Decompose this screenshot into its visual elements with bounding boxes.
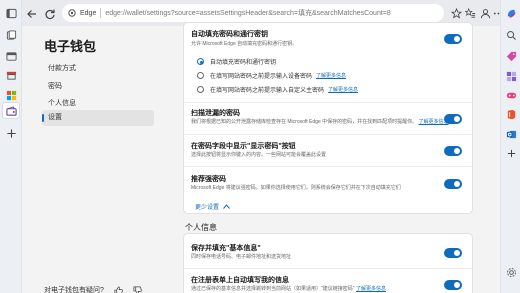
- sidebar-settings-icon[interactable]: [505, 266, 517, 278]
- favorites-icon[interactable]: [464, 7, 476, 19]
- new-tab-icon[interactable]: [5, 127, 17, 139]
- store-icon[interactable]: [5, 69, 17, 81]
- divider: [184, 134, 472, 135]
- copilot-icon[interactable]: [505, 7, 517, 19]
- tab-actions-icon[interactable]: [5, 7, 17, 19]
- radio-device-password[interactable]: 在填写网站密码之前提示输入设备密码 了解更多信息: [197, 71, 346, 80]
- microsoft-logo-icon[interactable]: [5, 89, 17, 101]
- refresh-icon[interactable]: [44, 7, 56, 20]
- radio-label: 在填写网站密码之前提示输入自定义主密码: [210, 88, 325, 94]
- radio-dot-selected[interactable]: [197, 58, 204, 65]
- nav-payment-methods[interactable]: 付款方式: [42, 61, 154, 77]
- learn-more-link[interactable]: 了解更多信息: [316, 72, 346, 79]
- divider: [184, 268, 472, 269]
- suggest-toggle[interactable]: [444, 179, 462, 189]
- nav-settings[interactable]: 设置: [42, 110, 154, 126]
- reveal-title: 在密码字段中显示"显示密码"按钮: [191, 143, 296, 150]
- basic-info-title: 保存并填充"基本信息": [191, 245, 261, 252]
- radio-label: 自动填充密码和通行密钥: [210, 60, 277, 66]
- back-icon[interactable]: [26, 7, 38, 19]
- radio-autofill[interactable]: 自动填充密码和通行密钥: [197, 57, 276, 66]
- radio-label: 在填写网站密码之前提示输入设备密码: [210, 74, 313, 80]
- edge-label: Edge: [80, 9, 97, 17]
- personal-info-heading: 个人信息: [185, 223, 217, 232]
- radio-dot[interactable]: [197, 72, 204, 79]
- divider: [184, 102, 472, 103]
- signup-autofill-toggle[interactable]: [444, 280, 462, 290]
- wallet-tab-icon[interactable]: [5, 105, 17, 117]
- add-sidebar-app-icon[interactable]: [505, 147, 517, 159]
- signup-autofill-title: 在注册表单上自动填写我的信息: [191, 277, 289, 284]
- basic-info-toggle[interactable]: [444, 248, 462, 258]
- autofill-toggle[interactable]: [444, 34, 462, 44]
- address-bar[interactable]: Edge edge://wallet/settings?source=asset…: [62, 4, 444, 22]
- learn-more-link[interactable]: 了解更多信息: [328, 86, 358, 93]
- personal-info-card: 保存并填充"基本信息" 同时保存电话号码、电子邮件地址和送货地址 在注册表单上自…: [183, 233, 473, 293]
- reveal-desc: 选择此按钮将显示你键入的内容。一些网站可能会覆盖此设置: [191, 152, 327, 158]
- url-text[interactable]: edge://wallet/settings?source=assetsSett…: [105, 8, 390, 18]
- chevron-up-icon: [223, 204, 230, 209]
- divider: [184, 166, 472, 167]
- reveal-toggle[interactable]: [444, 146, 462, 156]
- thumbs-down-icon[interactable]: [133, 286, 142, 293]
- suggest-desc: Microsoft Edge 将建议强密码。如果你选择使用它们，则系统会保存它们…: [191, 185, 401, 191]
- autofill-title: 自动填充密码和通行密钥: [191, 31, 268, 38]
- shopping-tag-icon[interactable]: [505, 50, 517, 62]
- leaked-toggle[interactable]: [444, 114, 462, 124]
- nav-passwords[interactable]: 密码: [42, 79, 154, 95]
- fewer-settings-link[interactable]: 更少设置: [195, 202, 230, 211]
- radio-dot[interactable]: [197, 86, 204, 93]
- edge-page-icon: [68, 9, 76, 17]
- password-settings-card: 自动填充密码和通行密钥 允许 Microsoft Edge 自动填充密码和通行密…: [183, 22, 473, 214]
- wallet-title: 电子钱包: [44, 39, 97, 54]
- basic-info-desc: 同时保存电话号码、电子邮件地址和送货地址: [191, 254, 292, 260]
- office-icon[interactable]: [505, 108, 517, 120]
- search-sidebar-icon[interactable]: [505, 29, 517, 41]
- favorite-star-icon[interactable]: [450, 7, 462, 19]
- profile-icon[interactable]: [479, 7, 491, 19]
- leaked-title: 扫描泄漏的密码: [191, 110, 240, 117]
- suggest-title: 推荐强密码: [191, 176, 226, 183]
- vertical-tab-strip: [0, 0, 22, 293]
- feedback-bar: 对电子钱包有疑问?: [44, 285, 142, 293]
- tools-icon[interactable]: [505, 70, 517, 82]
- autofill-desc: 允许 Microsoft Edge 自动填充密码和通行密钥。: [191, 41, 298, 47]
- feedback-text: 对电子钱包有疑问?: [44, 287, 104, 293]
- radio-master-password[interactable]: 在填写网站密码之前提示输入自定义主密码 了解更多信息: [197, 85, 358, 94]
- thumbs-up-icon[interactable]: [114, 286, 123, 293]
- games-icon[interactable]: [505, 89, 517, 101]
- outlook-icon[interactable]: [505, 128, 517, 140]
- copy-tab-icon[interactable]: [5, 29, 17, 41]
- learn-more-link[interactable]: 了解更多信息: [356, 286, 386, 292]
- edge-sidebar: [500, 0, 520, 293]
- fewer-settings-label: 更少设置: [195, 205, 220, 211]
- signup-autofill-desc: 通过已保存的基本信息并选择跳转到当前网站（如果适用）"建议链接密码" 了解更多信…: [191, 286, 386, 292]
- window-icon[interactable]: [5, 50, 17, 62]
- leaked-desc: 我们将根据已知的公开泄露存储库检查存在 Microsoft Edge 中保存的密…: [191, 119, 449, 125]
- address-separator: [100, 8, 102, 18]
